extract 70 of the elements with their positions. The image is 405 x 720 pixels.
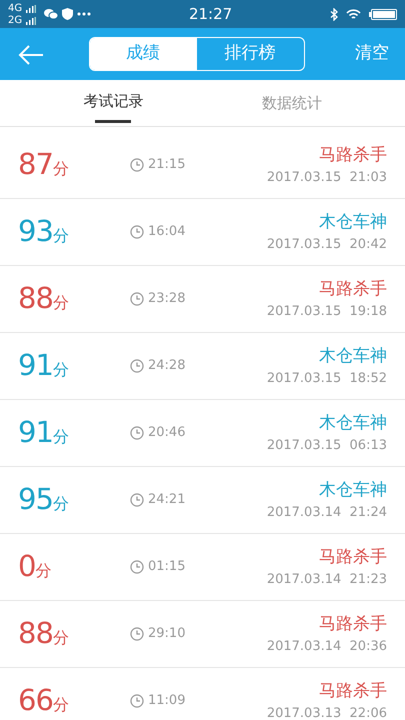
record-date: 2017.03.15 20:42 <box>266 236 387 254</box>
segment-tab[interactable]: 成绩 <box>90 38 196 70</box>
bluetooth-icon <box>330 8 338 20</box>
duration: 24:21 <box>148 491 186 510</box>
signal-icon <box>26 4 36 13</box>
score-unit: 分 <box>52 426 69 448</box>
tab[interactable]: 考试记录 <box>24 80 202 123</box>
wifi-icon <box>346 8 361 20</box>
score: 88 <box>18 615 53 652</box>
user-name: 马路杀手 <box>319 546 387 568</box>
duration: 01:15 <box>148 558 186 576</box>
user-name: 马路杀手 <box>319 612 387 636</box>
score: 91 <box>18 347 53 384</box>
network-label: 4G <box>8 2 22 14</box>
user-name: 木仓车神 <box>319 412 387 434</box>
score: 87 <box>18 146 53 184</box>
record-date: 2017.03.13 22:06 <box>266 705 387 720</box>
score: 0 <box>18 548 36 586</box>
segment-tab[interactable]: 排行榜 <box>196 38 304 70</box>
record-date: 2017.03.15 06:13 <box>266 437 387 455</box>
score-unit: 分 <box>35 560 52 582</box>
clock-icon <box>130 560 144 574</box>
more-icon <box>77 12 92 16</box>
chat-icon <box>44 8 58 20</box>
duration: 24:28 <box>148 357 186 376</box>
tab[interactable]: 数据统计 <box>202 80 381 126</box>
clock-icon <box>130 426 144 440</box>
clock-icon <box>130 627 144 641</box>
user-name: 木仓车神 <box>319 210 387 234</box>
clock-icon <box>130 292 144 306</box>
record-date: 2017.03.15 18:52 <box>266 370 387 388</box>
user-name: 木仓车神 <box>319 478 387 502</box>
shield-icon <box>62 8 74 20</box>
score-unit: 分 <box>52 694 69 716</box>
user-name: 马路杀手 <box>319 680 387 702</box>
duration: 20:46 <box>148 424 186 442</box>
score: 95 <box>18 481 53 518</box>
duration: 16:04 <box>148 223 186 242</box>
clock-icon <box>130 359 144 373</box>
record-date: 2017.03.14 21:23 <box>266 571 387 589</box>
network-label: 2G <box>8 14 22 26</box>
score-unit: 分 <box>52 493 69 516</box>
record-date: 2017.03.15 19:18 <box>266 303 387 321</box>
duration: 29:10 <box>148 625 186 644</box>
score-unit: 分 <box>52 158 69 180</box>
clock-icon <box>130 225 144 239</box>
battery-icon <box>369 8 397 20</box>
score: 93 <box>18 213 53 250</box>
signal-icon <box>26 16 36 25</box>
clock-time: 21:27 <box>188 5 232 23</box>
duration: 23:28 <box>148 290 186 308</box>
duration: 21:15 <box>148 156 186 174</box>
clock-icon <box>130 158 144 172</box>
score: 66 <box>18 682 53 720</box>
user-name: 马路杀手 <box>319 278 387 300</box>
score-unit: 分 <box>52 292 69 314</box>
score-unit: 分 <box>52 225 69 248</box>
score: 88 <box>18 280 53 318</box>
duration: 11:09 <box>148 692 186 710</box>
user-name: 马路杀手 <box>319 144 387 166</box>
clock-icon <box>130 694 144 708</box>
record-date: 2017.03.15 21:03 <box>266 169 387 187</box>
clock-icon <box>130 493 144 507</box>
record-date: 2017.03.14 20:36 <box>266 638 387 656</box>
score-unit: 分 <box>52 627 69 650</box>
clear-button[interactable]: 清空 <box>349 40 395 68</box>
score: 91 <box>18 414 53 452</box>
record-date: 2017.03.14 21:24 <box>266 504 387 522</box>
user-name: 木仓车神 <box>319 344 387 368</box>
score-unit: 分 <box>52 359 69 382</box>
